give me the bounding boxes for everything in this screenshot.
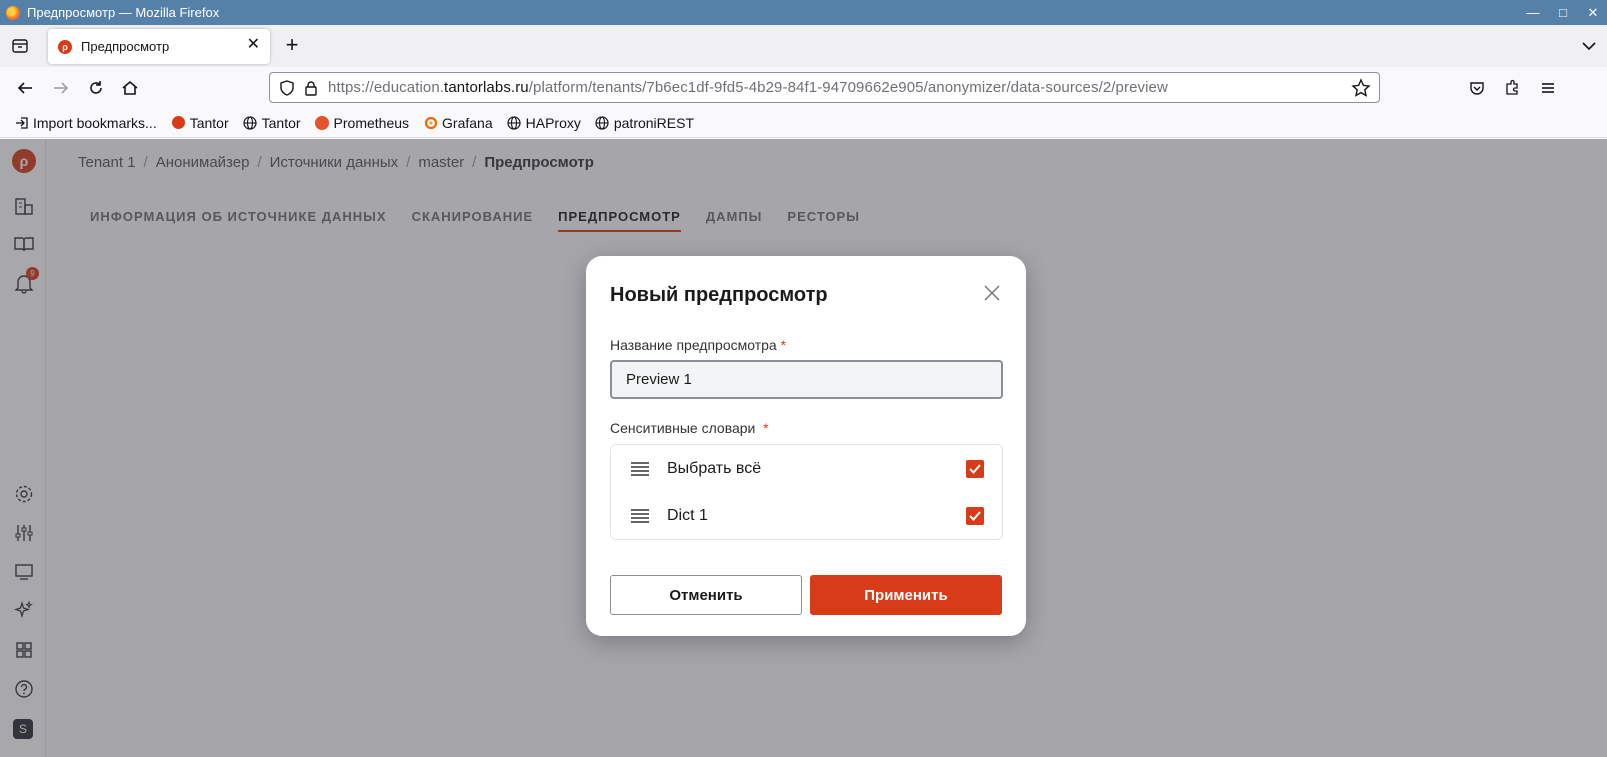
bookmark-prometheus[interactable]: Prometheus: [315, 115, 409, 131]
window-title: Предпросмотр — Mozilla Firefox: [27, 5, 220, 20]
tab-strip: ρ Предпросмотр ✕ +: [0, 25, 1607, 67]
bookmarks-toolbar: Import bookmarks... Tantor Tantor Promet…: [0, 108, 1607, 138]
globe-icon: [507, 115, 522, 130]
select-all-label: Выбрать всё: [667, 460, 762, 477]
window-titlebar: Предпросмотр — Mozilla Firefox — □ ✕: [0, 0, 1607, 25]
extensions-icon[interactable]: [1499, 75, 1525, 101]
close-icon[interactable]: [982, 283, 1002, 303]
bookmark-tantor-1[interactable]: Tantor: [171, 115, 229, 131]
tracking-protection-icon[interactable]: [278, 79, 296, 97]
dictionary-checkbox[interactable]: [966, 507, 984, 525]
bookmark-star-icon[interactable]: [1351, 78, 1371, 98]
bookmark-label: Prometheus: [333, 114, 410, 131]
globe-icon: [243, 115, 258, 130]
dialog-title: Новый предпросмотр: [610, 284, 828, 306]
site-permissions-icon[interactable]: [302, 79, 320, 97]
browser-tab-active[interactable]: ρ Предпросмотр ✕: [48, 29, 270, 64]
bookmark-label: patroniREST: [613, 114, 695, 131]
dictionaries-label: Сенситивные словари *: [610, 420, 769, 436]
url-bar[interactable]: https://education.tantorlabs.ru/platform…: [269, 72, 1380, 103]
preview-name-label-text: Название предпросмотра: [610, 337, 777, 353]
maximize-icon[interactable]: □: [1557, 6, 1569, 19]
select-all-checkbox[interactable]: [966, 460, 984, 478]
forward-icon[interactable]: [48, 75, 74, 101]
tantor-favicon-icon: ρ: [58, 39, 72, 54]
home-icon[interactable]: [117, 75, 143, 101]
close-window-icon[interactable]: ✕: [1587, 6, 1599, 19]
url-path: /platform/tenants/7b6ec1df-9fd5-4b29-84f…: [528, 79, 1168, 96]
navigation-toolbar: https://education.tantorlabs.ru/platform…: [0, 67, 1607, 108]
bookmark-label: Tantor: [189, 114, 229, 131]
tab-title: Предпросмотр: [81, 39, 170, 54]
pocket-icon[interactable]: [1464, 75, 1490, 101]
app-menu-icon[interactable]: [1535, 75, 1561, 101]
reload-icon[interactable]: [83, 75, 109, 101]
dictionary-list-icon: [631, 462, 649, 476]
tantor-logo-icon: [171, 115, 186, 130]
bookmark-label: Tantor: [261, 114, 301, 131]
cancel-button[interactable]: Отменить: [610, 575, 802, 615]
prometheus-icon: [315, 115, 330, 130]
close-tab-icon[interactable]: ✕: [247, 37, 260, 53]
required-mark: *: [780, 337, 787, 353]
dictionaries-label-text: Сенситивные словари: [610, 420, 756, 436]
back-icon[interactable]: [12, 75, 38, 101]
list-all-tabs-icon[interactable]: [1579, 36, 1599, 56]
bookmark-label: Grafana: [442, 114, 493, 131]
firefox-logo-icon: [6, 5, 20, 20]
checkmark-icon: [969, 464, 981, 474]
url-prefix: https://education.: [328, 79, 445, 96]
minimize-icon[interactable]: —: [1527, 6, 1540, 19]
dictionary-row-dict-1[interactable]: Dict 1: [611, 493, 1002, 539]
import-icon: [14, 115, 29, 130]
preview-name-input[interactable]: [610, 360, 1003, 399]
window-controls: — □ ✕: [1527, 0, 1599, 25]
url-domain: tantorlabs.ru: [444, 79, 529, 96]
bookmark-import[interactable]: Import bookmarks...: [14, 115, 157, 131]
preview-name-label: Название предпросмотра *: [610, 337, 786, 353]
select-all-row[interactable]: Выбрать всё: [611, 446, 1002, 492]
dictionaries-list: Выбрать всё Dict 1: [610, 444, 1003, 540]
apply-button[interactable]: Применить: [810, 575, 1002, 615]
dictionary-label: Dict 1: [667, 507, 708, 524]
app-content: ρ 9 S Tenant 1 / Анонимайзер / Источники…: [0, 139, 1607, 757]
bookmark-label: Import bookmarks...: [33, 114, 157, 131]
url-text[interactable]: https://education.tantorlabs.ru/platform…: [328, 79, 1168, 96]
bookmark-grafana[interactable]: Grafana: [423, 115, 493, 131]
firefox-view-icon[interactable]: [8, 34, 32, 58]
required-mark: *: [763, 420, 769, 436]
bookmark-patronirest[interactable]: patroniREST: [595, 115, 694, 131]
new-preview-dialog: Новый предпросмотр Название предпросмотр…: [586, 256, 1026, 636]
dictionary-list-icon: [631, 509, 649, 523]
new-tab-icon[interactable]: +: [280, 34, 304, 58]
grafana-icon: [423, 115, 438, 130]
bookmark-haproxy[interactable]: HAProxy: [507, 115, 581, 131]
bookmark-label: HAProxy: [525, 114, 581, 131]
checkmark-icon: [969, 511, 981, 521]
bookmark-tantor-2[interactable]: Tantor: [243, 115, 301, 131]
globe-icon: [595, 115, 610, 130]
